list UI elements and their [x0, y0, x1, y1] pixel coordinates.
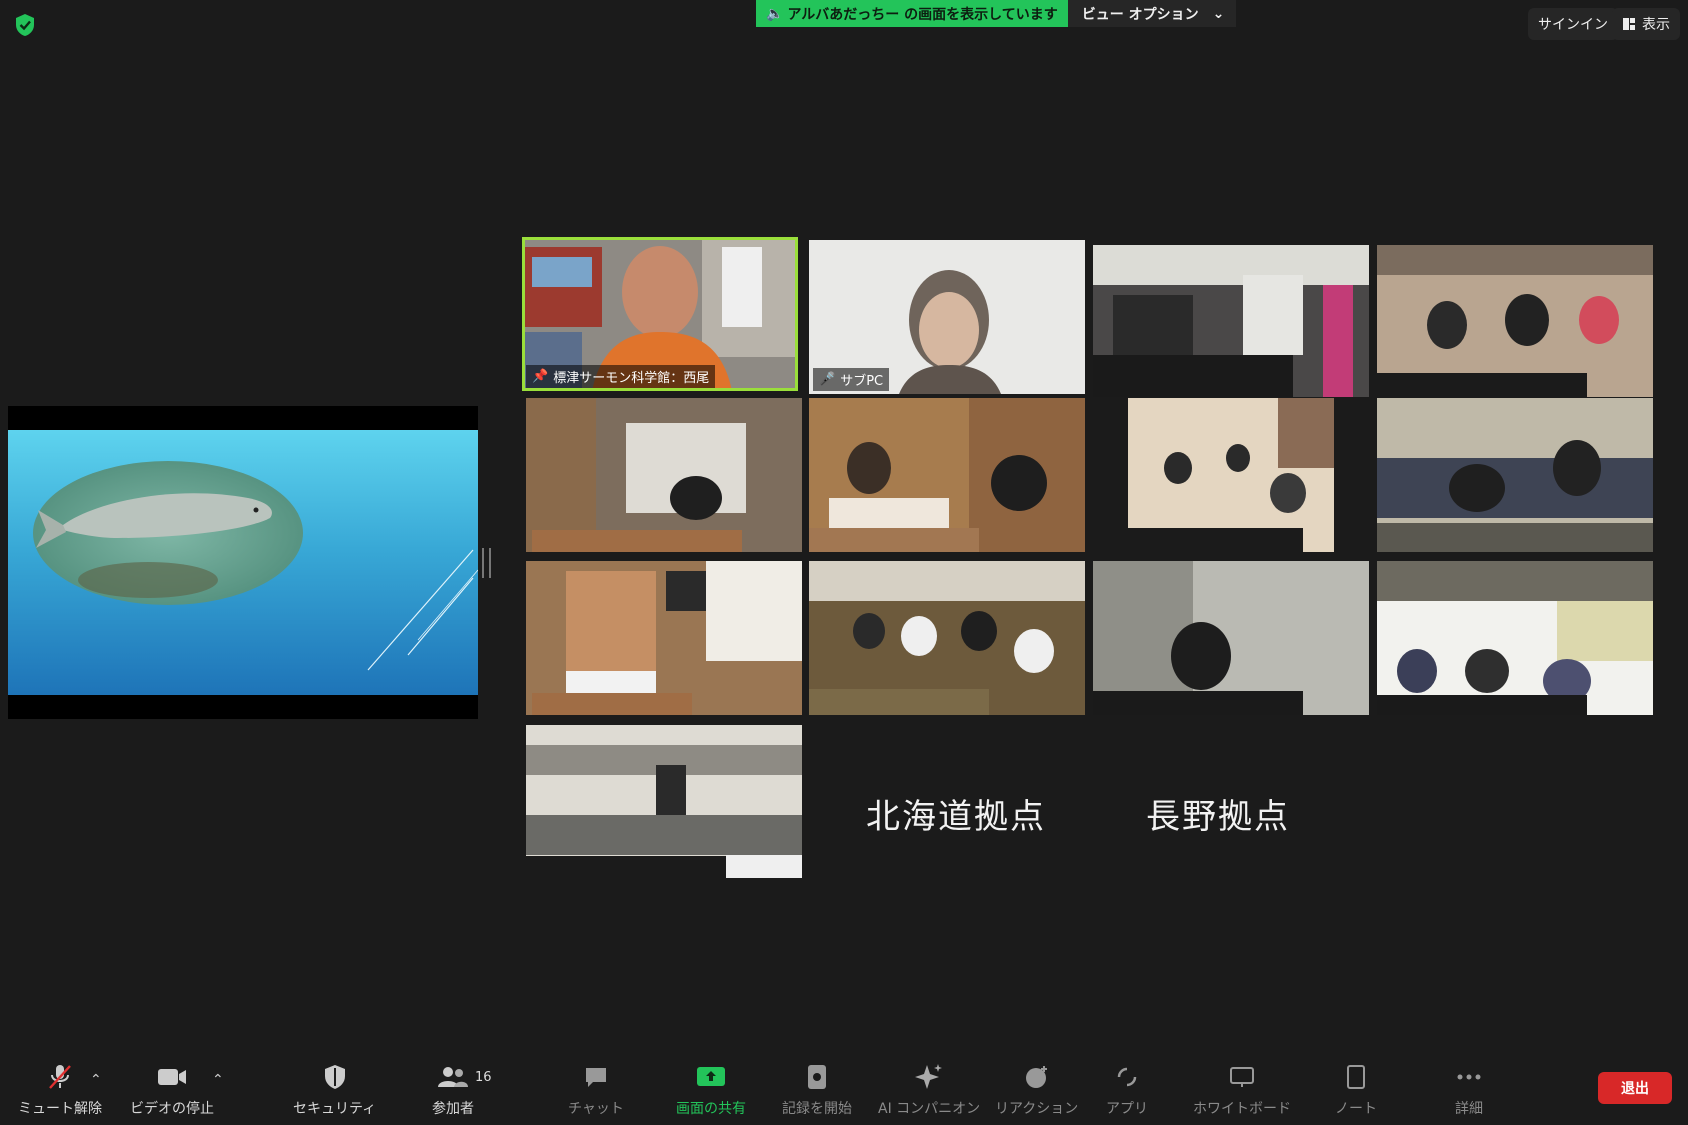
whiteboard-label: ホワイトボード	[1193, 1101, 1291, 1117]
sharing-indicator: 🔈 アルバあだっちー の画面を表示しています	[756, 0, 1068, 27]
participant-nameplate: 📌 標津サーモン科学館：西尾	[526, 365, 716, 388]
video-tile[interactable]	[1128, 398, 1334, 552]
leave-button[interactable]: 退出	[1598, 1072, 1672, 1104]
mic-muted-icon	[43, 1062, 77, 1092]
video-tile[interactable]	[1377, 245, 1653, 397]
view-label: 表示	[1642, 17, 1670, 33]
video-tile-nishio[interactable]: 📌 標津サーモン科学館：西尾	[522, 237, 798, 391]
ai-companion-button[interactable]: AI コンパニオン	[878, 1062, 980, 1118]
notes-button[interactable]: ノート	[1335, 1062, 1377, 1118]
video-button[interactable]: ビデオの停止	[130, 1062, 214, 1118]
shield-icon	[318, 1062, 352, 1092]
location-label-hokkaido: 北海道拠点	[866, 797, 1046, 837]
slide-content	[8, 430, 478, 695]
participants-button[interactable]: 参加者	[432, 1062, 474, 1118]
chevron-down-icon: ⌄	[1212, 5, 1225, 22]
participant-video	[1377, 561, 1653, 715]
chevron-up-icon[interactable]: ⌃	[90, 1072, 102, 1088]
reaction-icon	[1020, 1062, 1054, 1092]
participant-video	[809, 561, 1085, 715]
participant-video	[1128, 398, 1334, 552]
leave-label: 退出	[1621, 1081, 1649, 1097]
participant-name: サブPC	[840, 374, 884, 389]
record-button[interactable]: 記録を開始	[782, 1062, 852, 1118]
apps-button[interactable]: アプリ	[1106, 1062, 1148, 1118]
chat-button[interactable]: チャット	[568, 1062, 624, 1118]
sharing-text: アルバあだっちー の画面を表示しています	[787, 6, 1058, 23]
chevron-up-icon[interactable]: ⌃	[212, 1072, 224, 1088]
participant-video	[526, 398, 802, 552]
share-banner: 🔈 アルバあだっちー の画面を表示しています ビュー オプション ⌄	[756, 0, 1237, 27]
camera-icon	[155, 1062, 189, 1092]
video-tile[interactable]	[1377, 398, 1653, 552]
more-button[interactable]: 詳細	[1452, 1062, 1486, 1118]
video-label: ビデオの停止	[130, 1101, 214, 1117]
participant-video	[1377, 398, 1653, 552]
salmon-slide-image	[33, 461, 478, 671]
video-tile[interactable]	[1377, 561, 1653, 715]
chat-label: チャット	[568, 1101, 624, 1117]
resize-handle[interactable]	[482, 548, 491, 578]
signin-label: サインイン	[1538, 17, 1608, 33]
mute-label: ミュート解除	[18, 1101, 102, 1117]
participant-video	[526, 561, 802, 715]
share-screen-button[interactable]: 画面の共有	[676, 1062, 746, 1118]
more-icon	[1452, 1062, 1486, 1092]
grid-view-icon	[1623, 18, 1635, 30]
speaker-icon: 🔈	[766, 5, 784, 22]
participant-video	[1093, 561, 1369, 715]
mic-muted-icon: 🎤	[819, 372, 836, 387]
participant-name: 標津サーモン科学館：西尾	[553, 371, 710, 386]
apps-icon	[1110, 1062, 1144, 1092]
whiteboard-button[interactable]: ホワイトボード	[1193, 1062, 1291, 1118]
location-label-nagano: 長野拠点	[1146, 797, 1290, 837]
share-screen-icon	[694, 1062, 728, 1092]
chat-bubble-icon	[579, 1062, 613, 1092]
reactions-label: リアクション	[995, 1101, 1079, 1117]
view-options-button[interactable]: ビュー オプション ⌄	[1067, 0, 1237, 27]
notes-icon	[1339, 1062, 1373, 1092]
notes-label: ノート	[1335, 1101, 1377, 1117]
participant-video	[1377, 245, 1653, 397]
reactions-button[interactable]: リアクション	[995, 1062, 1078, 1118]
signin-button[interactable]: サインイン	[1528, 8, 1618, 40]
participant-video	[526, 725, 802, 878]
security-shield-icon	[16, 14, 34, 36]
video-tile[interactable]	[526, 398, 802, 552]
security-button[interactable]: セキュリティ	[293, 1062, 376, 1118]
record-icon	[800, 1062, 834, 1092]
video-tile[interactable]	[1093, 245, 1369, 397]
sparkle-icon	[912, 1062, 946, 1092]
participant-video	[809, 398, 1085, 552]
shared-screen[interactable]	[8, 406, 478, 719]
people-icon	[436, 1062, 470, 1092]
participant-video	[1093, 245, 1369, 397]
apps-label: アプリ	[1106, 1101, 1148, 1117]
ai-companion-label: AI コンパニオン	[878, 1101, 981, 1117]
mute-button[interactable]: ミュート解除	[18, 1062, 102, 1118]
participants-count: 16	[475, 1070, 492, 1085]
view-button[interactable]: 表示	[1612, 8, 1680, 40]
pin-icon: 📌	[532, 369, 549, 384]
share-label: 画面の共有	[676, 1101, 746, 1117]
whiteboard-icon	[1225, 1062, 1259, 1092]
video-tile-subpc[interactable]: 🎤 サブPC	[809, 240, 1085, 394]
video-tile[interactable]	[526, 725, 802, 878]
participant-nameplate: 🎤 サブPC	[813, 368, 890, 391]
video-tile[interactable]	[809, 398, 1085, 552]
video-tile[interactable]	[526, 561, 802, 715]
record-label: 記録を開始	[782, 1101, 852, 1117]
participants-label: 参加者	[432, 1101, 474, 1117]
more-label: 詳細	[1455, 1101, 1483, 1117]
view-options-label: ビュー オプション	[1081, 6, 1199, 23]
security-label: セキュリティ	[293, 1101, 377, 1117]
video-tile[interactable]	[809, 561, 1085, 715]
video-tile[interactable]	[1093, 561, 1369, 715]
